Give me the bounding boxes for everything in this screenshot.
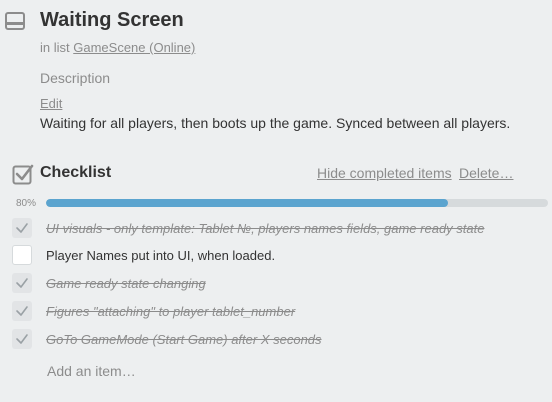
progress-bar-fill	[46, 199, 448, 207]
checklist-item[interactable]: UI visuals - only template: Tablet №, pl…	[12, 216, 542, 240]
checklist-item-text[interactable]: Player Names put into UI, when loaded.	[46, 248, 275, 263]
checklist-item[interactable]: GoTo GameMode (Start Game) after X secon…	[12, 327, 542, 351]
card-icon	[5, 12, 25, 30]
description-label: Description	[40, 70, 111, 86]
progress-percent: 80%	[16, 198, 37, 209]
card-title[interactable]: Waiting Screen	[40, 9, 184, 32]
checklist-item-text[interactable]: UI visuals - only template: Tablet №, pl…	[46, 221, 484, 236]
check-icon	[16, 278, 28, 288]
add-item-button[interactable]: Add an item…	[47, 363, 136, 379]
checkbox[interactable]	[12, 245, 32, 265]
hide-completed-link[interactable]: Hide completed items	[317, 165, 452, 181]
delete-checklist-link[interactable]: Delete…	[459, 165, 513, 181]
checkbox[interactable]	[12, 218, 32, 238]
list-info: in list GameScene (Online)	[40, 40, 195, 55]
checklist-item-text[interactable]: Game ready state changing	[46, 276, 206, 291]
checklist-item[interactable]: Player Names put into UI, when loaded.	[12, 243, 542, 267]
check-icon	[16, 223, 28, 233]
checklist-item-text[interactable]: GoTo GameMode (Start Game) after X secon…	[46, 332, 322, 347]
checkbox[interactable]	[12, 329, 32, 349]
progress-bar	[46, 199, 548, 207]
checklist-item[interactable]: Figures "attaching" to player tablet_num…	[12, 299, 542, 323]
checklist-title[interactable]: Checklist	[40, 164, 111, 182]
description-text[interactable]: Waiting for all players, then boots up t…	[40, 115, 510, 131]
checkbox[interactable]	[12, 273, 32, 293]
checklist-item[interactable]: Game ready state changing	[12, 271, 542, 295]
check-icon	[16, 334, 28, 344]
checkbox[interactable]	[12, 301, 32, 321]
checklist-icon	[12, 164, 34, 185]
checklist-item-text[interactable]: Figures "attaching" to player tablet_num…	[46, 304, 295, 319]
edit-description-link[interactable]: Edit	[40, 96, 62, 111]
list-name-link[interactable]: GameScene (Online)	[73, 40, 195, 55]
in-list-prefix: in list	[40, 40, 70, 55]
check-icon	[16, 306, 28, 316]
